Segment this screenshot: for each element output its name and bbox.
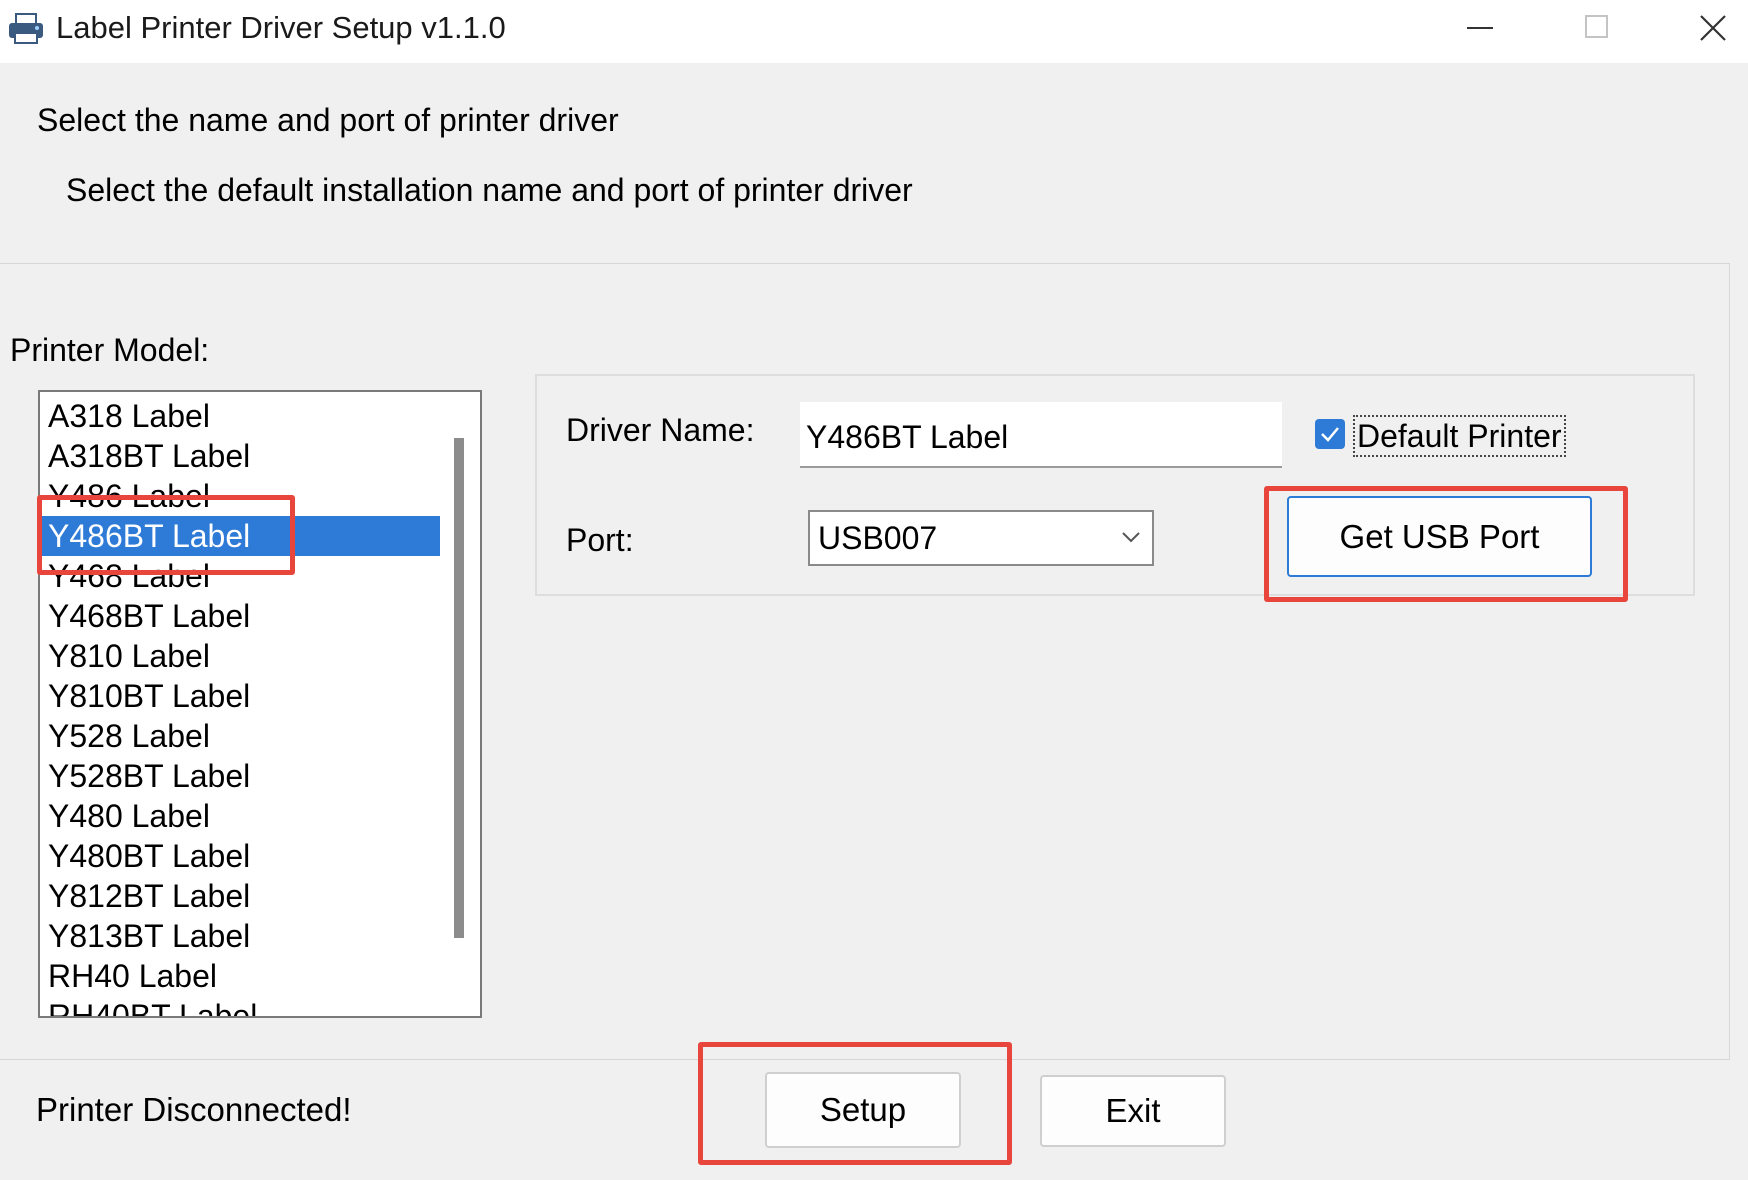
- title-bar: Label Printer Driver Setup v1.1.0: [0, 0, 1748, 63]
- close-icon[interactable]: [1688, 6, 1738, 50]
- port-selected-value: USB007: [818, 520, 938, 556]
- port-label: Port:: [566, 522, 634, 558]
- list-item[interactable]: Y486BT Label: [40, 516, 442, 556]
- checkmark-icon: [1321, 427, 1339, 442]
- minimize-icon[interactable]: [1455, 6, 1505, 50]
- list-item[interactable]: Y480 Label: [40, 796, 442, 836]
- list-item[interactable]: Y480BT Label: [40, 836, 442, 876]
- list-item[interactable]: Y810 Label: [40, 636, 442, 676]
- group-divider-right: [1729, 263, 1730, 1060]
- list-item[interactable]: Y810BT Label: [40, 676, 442, 716]
- printer-model-label: Printer Model:: [10, 332, 210, 368]
- driver-name-input[interactable]: [800, 402, 1282, 468]
- list-item[interactable]: A318BT Label: [40, 436, 442, 476]
- list-item[interactable]: RH40 Label: [40, 956, 442, 996]
- scrollbar-thumb[interactable]: [454, 438, 464, 938]
- driver-name-label: Driver Name:: [566, 412, 755, 448]
- window-title: Label Printer Driver Setup v1.1.0: [56, 10, 506, 45]
- group-divider-top: [0, 263, 1730, 264]
- list-item[interactable]: Y812BT Label: [40, 876, 442, 916]
- list-item[interactable]: RH40BT Label: [40, 996, 442, 1016]
- maximize-icon[interactable]: [1572, 6, 1622, 50]
- status-text: Printer Disconnected!: [36, 1091, 352, 1128]
- list-item[interactable]: Y528BT Label: [40, 756, 442, 796]
- printer-model-listbox[interactable]: A318 Label A318BT Label Y486 Label Y486BT L…: [38, 390, 482, 1018]
- port-dropdown[interactable]: USB007: [808, 510, 1154, 566]
- exit-button[interactable]: Exit: [1040, 1075, 1226, 1147]
- list-item[interactable]: Y468BT Label: [40, 596, 442, 636]
- list-item[interactable]: Y528 Label: [40, 716, 442, 756]
- list-item[interactable]: A318 Label: [40, 396, 442, 436]
- list-item[interactable]: Y486 Label: [40, 476, 442, 516]
- setup-button[interactable]: Setup: [765, 1072, 961, 1148]
- printer-icon: [6, 8, 46, 48]
- page-subheading: Select the default installation name and…: [66, 172, 913, 208]
- get-usb-port-button[interactable]: Get USB Port: [1287, 496, 1592, 577]
- default-printer-label[interactable]: Default Printer: [1353, 415, 1566, 457]
- listbox-scrollbar[interactable]: [440, 392, 480, 1016]
- chevron-down-icon: [1120, 530, 1142, 549]
- default-printer-checkbox[interactable]: [1315, 419, 1345, 449]
- list-item[interactable]: Y813BT Label: [40, 916, 442, 956]
- group-divider-bottom: [0, 1059, 1730, 1060]
- printer-model-list[interactable]: A318 Label A318BT Label Y486 Label Y486BT L…: [40, 396, 442, 1016]
- page-heading: Select the name and port of printer driv…: [37, 102, 619, 138]
- list-item[interactable]: Y468 Label: [40, 556, 442, 596]
